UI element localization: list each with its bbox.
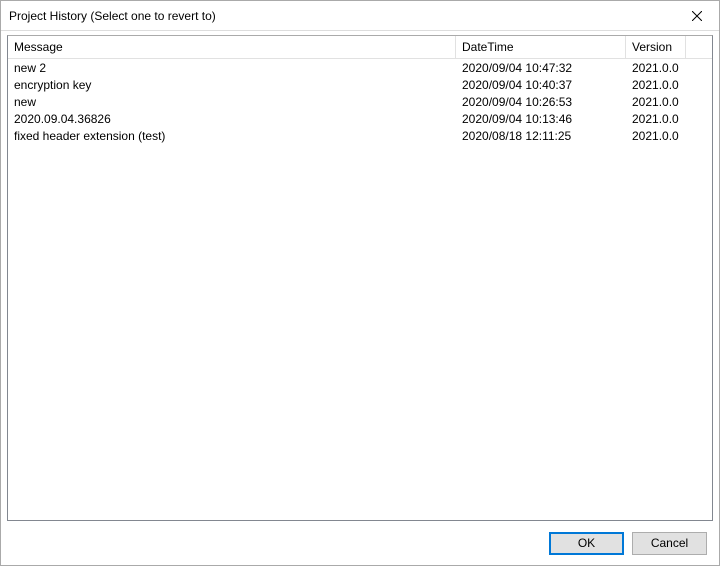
cell-message: new 2 <box>8 61 456 75</box>
cell-message: encryption key <box>8 78 456 92</box>
history-list: Message DateTime Version new 22020/09/04… <box>7 35 713 521</box>
table-row[interactable]: new2020/09/04 10:26:532021.0.0 <box>8 93 712 110</box>
cancel-button[interactable]: Cancel <box>632 532 707 555</box>
table-row[interactable]: encryption key2020/09/04 10:40:372021.0.… <box>8 76 712 93</box>
ok-button[interactable]: OK <box>549 532 624 555</box>
dialog-content: Message DateTime Version new 22020/09/04… <box>1 31 719 521</box>
cell-datetime: 2020/09/04 10:47:32 <box>456 61 626 75</box>
table-row[interactable]: fixed header extension (test)2020/08/18 … <box>8 127 712 144</box>
cell-version: 2021.0.0 <box>626 129 686 143</box>
cell-message: fixed header extension (test) <box>8 129 456 143</box>
cell-datetime: 2020/09/04 10:13:46 <box>456 112 626 126</box>
cell-datetime: 2020/08/18 12:11:25 <box>456 129 626 143</box>
cell-version: 2021.0.0 <box>626 78 686 92</box>
close-icon <box>692 11 702 21</box>
titlebar: Project History (Select one to revert to… <box>1 1 719 31</box>
list-body: new 22020/09/04 10:47:322021.0.0encrypti… <box>8 59 712 520</box>
list-header: Message DateTime Version <box>8 36 712 59</box>
cell-message: 2020.09.04.36826 <box>8 112 456 126</box>
cell-datetime: 2020/09/04 10:26:53 <box>456 95 626 109</box>
table-row[interactable]: new 22020/09/04 10:47:322021.0.0 <box>8 59 712 76</box>
cell-message: new <box>8 95 456 109</box>
table-row[interactable]: 2020.09.04.368262020/09/04 10:13:462021.… <box>8 110 712 127</box>
column-header-datetime[interactable]: DateTime <box>456 36 626 58</box>
column-header-message[interactable]: Message <box>8 36 456 58</box>
column-header-version[interactable]: Version <box>626 36 686 58</box>
cell-version: 2021.0.0 <box>626 95 686 109</box>
close-button[interactable] <box>674 1 719 31</box>
window-title: Project History (Select one to revert to… <box>9 9 674 23</box>
cell-datetime: 2020/09/04 10:40:37 <box>456 78 626 92</box>
cell-version: 2021.0.0 <box>626 112 686 126</box>
column-header-spacer <box>686 36 712 58</box>
cell-version: 2021.0.0 <box>626 61 686 75</box>
button-bar: OK Cancel <box>1 521 719 565</box>
